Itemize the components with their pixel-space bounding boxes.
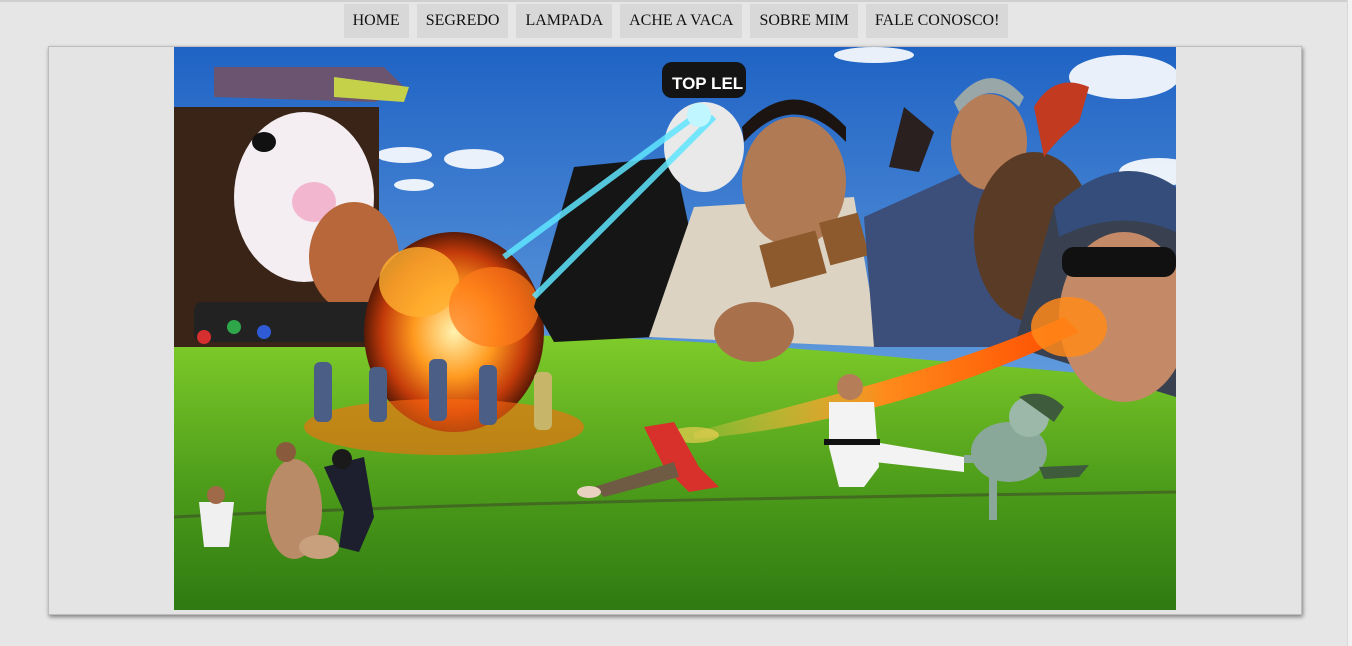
scrollbar-track[interactable] xyxy=(1347,0,1352,646)
nav-lampada[interactable]: LAMPADA xyxy=(516,4,613,38)
nav-home[interactable]: HOME xyxy=(343,4,409,38)
cap-text: TOP LEL xyxy=(672,74,743,93)
main-nav: HOME SEGREDO LAMPADA ACHE A VACA SOBRE M… xyxy=(0,4,1352,38)
collage-svg: TOP LEL xyxy=(174,47,1176,610)
nav-fale-conosco[interactable]: FALE CONOSCO! xyxy=(865,4,1009,38)
meme-collage-image: TOP LEL xyxy=(174,47,1176,610)
nav-sobre-mim[interactable]: SOBRE MIM xyxy=(750,4,858,38)
top-rule xyxy=(0,0,1352,2)
content-frame: TOP LEL xyxy=(48,46,1302,615)
nav-ache-a-vaca[interactable]: ACHE A VACA xyxy=(620,4,743,38)
nav-segredo[interactable]: SEGREDO xyxy=(416,4,509,38)
